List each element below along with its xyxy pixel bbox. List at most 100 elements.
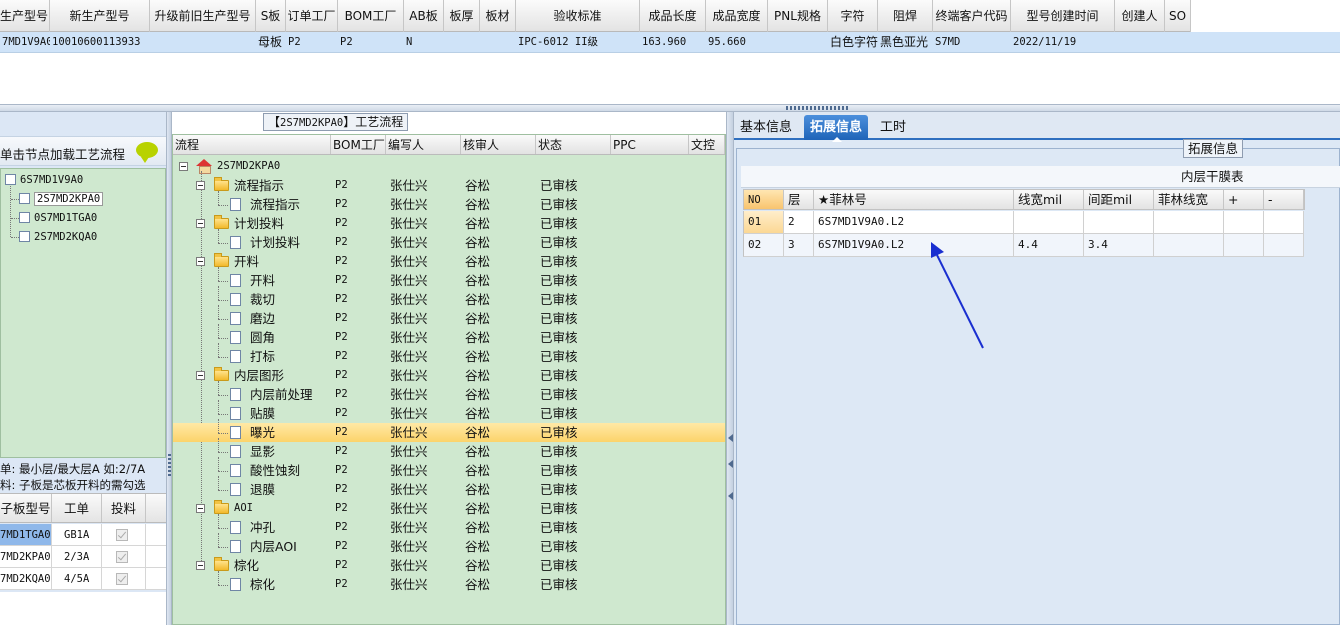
flow-root-row[interactable]: 2S7MD2KPA0 bbox=[173, 157, 725, 176]
dryfilm-cell[interactable]: 6S7MD1V9A0.L2 bbox=[814, 234, 1014, 256]
tree-item[interactable]: 2S7MD2KPA0 bbox=[19, 190, 104, 208]
dryfilm-cell[interactable]: 01 bbox=[744, 211, 784, 233]
flow-row[interactable]: AOI P2 张仕兴 谷松 已审核 bbox=[173, 499, 725, 518]
top-col-header[interactable]: 升级前旧生产型号 bbox=[150, 0, 256, 32]
flow-col-header[interactable]: 流程 bbox=[173, 135, 331, 154]
subboard-row[interactable]: 7MD1TGA0 GB1A bbox=[0, 524, 166, 546]
flow-row[interactable]: 磨边 P2 张仕兴 谷松 已审核 bbox=[173, 305, 725, 328]
dryfilm-col-header[interactable]: + bbox=[1224, 190, 1264, 209]
top-col-header[interactable]: 新生产型号 bbox=[50, 0, 150, 32]
tab-extended-info[interactable]: 拓展信息 bbox=[804, 115, 869, 142]
dryfilm-cell[interactable] bbox=[1264, 234, 1304, 256]
top-col-header[interactable]: 订单工厂 bbox=[286, 0, 338, 32]
tab-basic-info[interactable]: 基本信息 bbox=[734, 115, 798, 140]
splitter-grip-icon[interactable] bbox=[168, 454, 171, 478]
flow-row[interactable]: 计划投料 P2 张仕兴 谷松 已审核 bbox=[173, 214, 725, 233]
dryfilm-cell[interactable] bbox=[1014, 211, 1084, 233]
flow-col-header[interactable]: 编写人 bbox=[386, 135, 461, 154]
top-col-header[interactable]: 字符 bbox=[828, 0, 878, 32]
flow-row[interactable]: 显影 P2 张仕兴 谷松 已审核 bbox=[173, 438, 725, 461]
flow-row[interactable]: 开料 P2 张仕兴 谷松 已审核 bbox=[173, 252, 725, 271]
flow-row[interactable]: 酸性蚀刻 P2 张仕兴 谷松 已审核 bbox=[173, 457, 725, 480]
top-col-header[interactable]: BOM工厂 bbox=[338, 0, 404, 32]
dryfilm-cell[interactable]: 3 bbox=[784, 234, 814, 256]
flow-row[interactable]: 棕化 P2 张仕兴 谷松 已审核 bbox=[173, 571, 725, 594]
dryfilm-cell[interactable] bbox=[1224, 211, 1264, 233]
top-col-header[interactable]: 板厚 bbox=[444, 0, 480, 32]
top-col-header[interactable]: PNL规格 bbox=[768, 0, 828, 32]
top-col-header[interactable]: 成品长度 bbox=[640, 0, 706, 32]
dryfilm-col-header[interactable]: 菲林线宽 bbox=[1154, 190, 1224, 209]
flow-col-header[interactable]: 核审人 bbox=[461, 135, 536, 154]
collapse-icon[interactable] bbox=[179, 162, 188, 171]
flow-col-header[interactable]: 状态 bbox=[536, 135, 611, 154]
top-col-header[interactable]: S板 bbox=[256, 0, 286, 32]
dryfilm-col-header[interactable]: NO bbox=[744, 190, 784, 209]
flow-row[interactable]: 冲孔 P2 张仕兴 谷松 已审核 bbox=[173, 514, 725, 537]
flow-row[interactable]: 计划投料 P2 张仕兴 谷松 已审核 bbox=[173, 229, 725, 252]
dryfilm-cell[interactable]: 4.4 bbox=[1014, 234, 1084, 256]
flow-row[interactable]: 内层AOI P2 张仕兴 谷松 已审核 bbox=[173, 533, 725, 556]
dryfilm-col-header[interactable]: 线宽mil bbox=[1014, 190, 1084, 209]
dryfilm-cell[interactable] bbox=[1224, 234, 1264, 256]
flow-row[interactable]: 流程指示 P2 张仕兴 谷松 已审核 bbox=[173, 191, 725, 214]
dryfilm-col-header[interactable]: - bbox=[1264, 190, 1304, 209]
subboard-col-header[interactable]: 子板型号 bbox=[0, 494, 52, 522]
flow-row[interactable]: 流程指示 P2 张仕兴 谷松 已审核 bbox=[173, 176, 725, 195]
right-splitter[interactable] bbox=[726, 112, 734, 625]
dryfilm-cell[interactable]: 3.4 bbox=[1084, 234, 1154, 256]
top-col-header[interactable]: 成品宽度 bbox=[706, 0, 768, 32]
top-grid-row[interactable]: 7MD1V9A0 10010600113933 母板 P2 P2 N IPC-6012 II… bbox=[0, 32, 1340, 53]
tree-item[interactable]: 0S7MD1TGA0 bbox=[19, 209, 97, 227]
flow-row[interactable]: 开料 P2 张仕兴 谷松 已审核 bbox=[173, 267, 725, 290]
top-col-header[interactable]: 型号创建时间 bbox=[1011, 0, 1115, 32]
feed-checkbox[interactable] bbox=[116, 529, 128, 541]
subboard-col-header[interactable]: 投料 bbox=[102, 494, 146, 522]
collapse-icon[interactable] bbox=[196, 561, 205, 570]
flow-row[interactable]: 退膜 P2 张仕兴 谷松 已审核 bbox=[173, 476, 725, 499]
collapse-icon[interactable] bbox=[196, 257, 205, 266]
flow-row[interactable]: 曝光 P2 张仕兴 谷松 已审核 bbox=[173, 419, 725, 442]
tree-item[interactable]: 2S7MD2KQA0 bbox=[19, 228, 97, 246]
top-col-header[interactable]: 创建人 bbox=[1115, 0, 1165, 32]
collapse-left-icon[interactable] bbox=[728, 492, 733, 500]
dryfilm-col-header[interactable]: 层 bbox=[784, 190, 814, 209]
collapse-icon[interactable] bbox=[196, 181, 205, 190]
top-col-header[interactable]: AB板 bbox=[404, 0, 444, 32]
top-col-header[interactable]: SO bbox=[1165, 0, 1191, 32]
subboard-row[interactable]: 7MD2KQA0 4/5A bbox=[0, 568, 166, 590]
dryfilm-cell[interactable] bbox=[1264, 211, 1304, 233]
collapse-left-icon[interactable] bbox=[728, 460, 733, 468]
flow-row[interactable]: 棕化 P2 张仕兴 谷松 已审核 bbox=[173, 556, 725, 575]
top-col-header[interactable]: 终端客户代码 bbox=[933, 0, 1011, 32]
flow-row[interactable]: 贴膜 P2 张仕兴 谷松 已审核 bbox=[173, 400, 725, 423]
dryfilm-cell[interactable] bbox=[1154, 211, 1224, 233]
flow-row[interactable]: 内层前处理 P2 张仕兴 谷松 已审核 bbox=[173, 381, 725, 404]
tree-item[interactable]: 6S7MD1V9A0 bbox=[5, 171, 83, 189]
flow-row[interactable]: 圆角 P2 张仕兴 谷松 已审核 bbox=[173, 324, 725, 347]
splitter-grip-icon[interactable] bbox=[786, 106, 850, 110]
dryfilm-row[interactable]: 01 2 6S7MD1V9A0.L2 bbox=[743, 211, 1304, 234]
collapse-icon[interactable] bbox=[196, 504, 205, 513]
dryfilm-cell[interactable]: 2 bbox=[784, 211, 814, 233]
subboard-col-header[interactable]: 工单 bbox=[52, 494, 102, 522]
top-col-header[interactable]: 板材 bbox=[480, 0, 516, 32]
horizontal-splitter[interactable] bbox=[0, 104, 1340, 112]
dryfilm-cell[interactable]: 6S7MD1V9A0.L2 bbox=[814, 211, 1014, 233]
top-col-header[interactable]: 验收标准 bbox=[516, 0, 640, 32]
flow-col-header[interactable]: BOM工厂 bbox=[331, 135, 386, 154]
feed-checkbox[interactable] bbox=[116, 573, 128, 585]
feed-checkbox[interactable] bbox=[116, 551, 128, 563]
flow-row[interactable]: 内层图形 P2 张仕兴 谷松 已审核 bbox=[173, 366, 725, 385]
flow-row[interactable]: 裁切 P2 张仕兴 谷松 已审核 bbox=[173, 286, 725, 309]
flow-row[interactable]: 打标 P2 张仕兴 谷松 已审核 bbox=[173, 343, 725, 366]
dryfilm-cell[interactable] bbox=[1154, 234, 1224, 256]
top-col-header[interactable]: 生产型号 bbox=[0, 0, 50, 32]
collapse-icon[interactable] bbox=[196, 219, 205, 228]
flow-col-header[interactable]: PPC bbox=[611, 135, 689, 154]
dryfilm-cell[interactable]: 02 bbox=[744, 234, 784, 256]
dryfilm-col-header[interactable]: ★菲林号 bbox=[814, 190, 1014, 209]
collapse-icon[interactable] bbox=[196, 371, 205, 380]
subboard-row[interactable]: 7MD2KPA0 2/3A bbox=[0, 546, 166, 568]
dryfilm-col-header[interactable]: 间距mil bbox=[1084, 190, 1154, 209]
